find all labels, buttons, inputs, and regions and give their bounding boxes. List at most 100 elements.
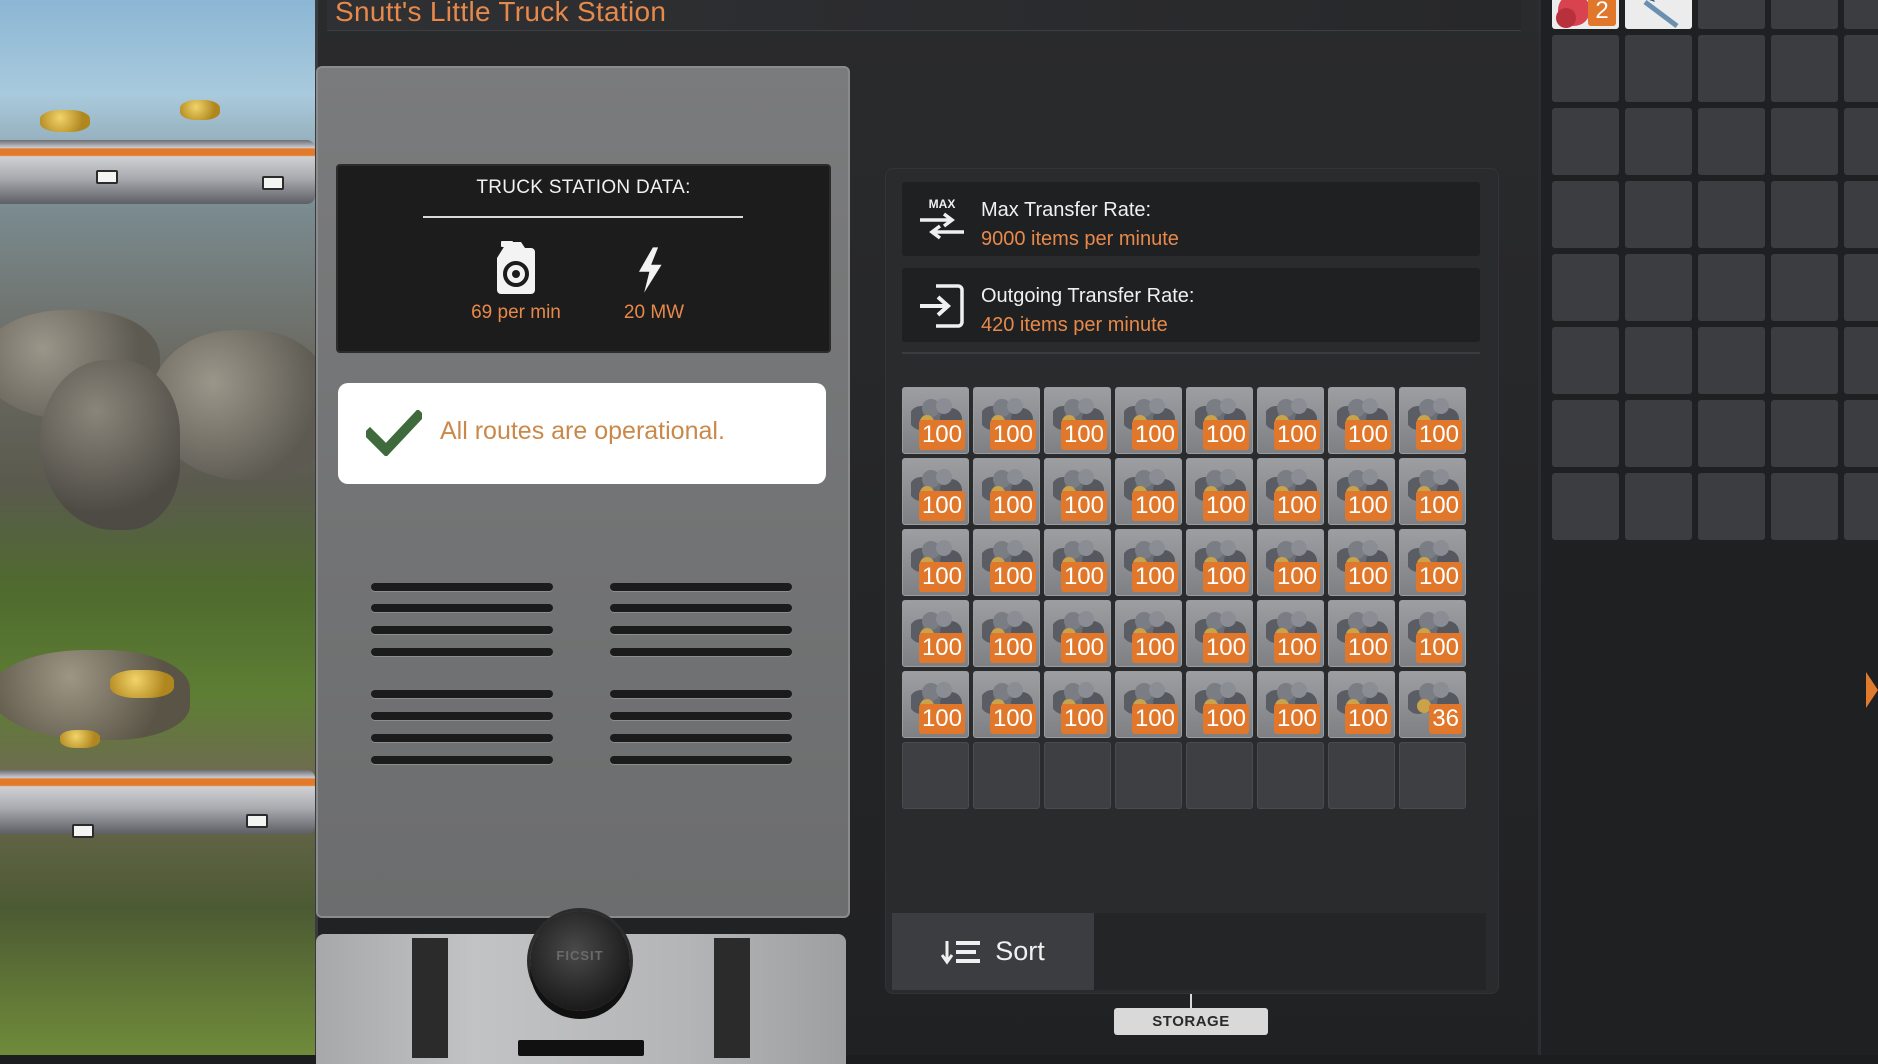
inventory-slot[interactable]: 100 [902, 458, 969, 525]
inventory-slot[interactable]: 100 [1257, 529, 1324, 596]
inventory-slot[interactable]: 100 [973, 387, 1040, 454]
player-inventory-slot[interactable] [1625, 327, 1692, 394]
inventory-slot[interactable] [1044, 742, 1111, 809]
inventory-slot[interactable] [902, 742, 969, 809]
inventory-slot[interactable]: 100 [1186, 671, 1253, 738]
player-inventory-slot[interactable] [1625, 254, 1692, 321]
player-inventory-slot[interactable] [1552, 327, 1619, 394]
item-count: 100 [1060, 562, 1107, 592]
conveyor-rail-top [0, 140, 315, 204]
inventory-slot[interactable]: 100 [1186, 387, 1253, 454]
player-inventory-slot[interactable] [1844, 473, 1878, 540]
inventory-slot[interactable]: 100 [1044, 600, 1111, 667]
inventory-slot[interactable]: 100 [1044, 387, 1111, 454]
inventory-slot[interactable] [1115, 742, 1182, 809]
player-inventory-slot[interactable] [1771, 35, 1838, 102]
tab-storage[interactable]: STORAGE [1114, 1008, 1268, 1035]
player-inventory-slot[interactable] [1844, 35, 1878, 102]
fuel-canister-icon [493, 240, 539, 301]
player-inventory-slot[interactable] [1625, 108, 1692, 175]
player-inventory-slot[interactable] [1771, 327, 1838, 394]
inventory-slot[interactable] [1257, 742, 1324, 809]
item-count: 100 [918, 491, 965, 521]
inventory-slot[interactable]: 100 [1328, 458, 1395, 525]
player-inventory-slot[interactable] [1625, 400, 1692, 467]
inventory-slot[interactable]: 100 [973, 529, 1040, 596]
player-inventory-slot[interactable] [1625, 181, 1692, 248]
inventory-slot[interactable] [1399, 742, 1466, 809]
player-inventory-slot[interactable] [1844, 254, 1878, 321]
inventory-slot[interactable]: 100 [1399, 529, 1466, 596]
inventory-slot[interactable]: 100 [902, 387, 969, 454]
inventory-slot[interactable]: 100 [1257, 458, 1324, 525]
inventory-slot[interactable] [1186, 742, 1253, 809]
inventory-slot[interactable]: 100 [1044, 671, 1111, 738]
inventory-slot[interactable]: 100 [1328, 387, 1395, 454]
player-inventory-slot[interactable] [1698, 35, 1765, 102]
inventory-slot[interactable]: 100 [1115, 529, 1182, 596]
player-inventory-slot[interactable] [1625, 35, 1692, 102]
player-inventory-slot[interactable] [1844, 0, 1878, 29]
player-inventory-slot[interactable] [1698, 400, 1765, 467]
inventory-slot[interactable]: 100 [1044, 458, 1111, 525]
player-inventory-slot[interactable] [1552, 181, 1619, 248]
player-inventory-slot[interactable] [1844, 108, 1878, 175]
inventory-slot[interactable]: 100 [1115, 458, 1182, 525]
player-inventory-slot[interactable] [1552, 473, 1619, 540]
player-inventory-slot[interactable] [1844, 327, 1878, 394]
base-slot [518, 1040, 644, 1056]
player-inventory-slot[interactable] [1552, 35, 1619, 102]
inventory-slot[interactable]: 100 [973, 458, 1040, 525]
inventory-slot[interactable] [973, 742, 1040, 809]
player-inventory-slot[interactable] [1844, 400, 1878, 467]
inventory-slot[interactable] [1328, 742, 1395, 809]
inventory-slot[interactable]: 100 [1115, 671, 1182, 738]
inventory-slot[interactable]: 100 [1399, 600, 1466, 667]
player-inventory-slot[interactable] [1625, 473, 1692, 540]
player-inventory-slot[interactable]: 2 [1552, 0, 1619, 29]
expand-arrow-icon[interactable] [1866, 672, 1878, 708]
player-inventory-slot[interactable] [1552, 108, 1619, 175]
inventory-slot[interactable]: 100 [902, 600, 969, 667]
player-inventory-slot[interactable] [1698, 254, 1765, 321]
inventory-slot[interactable]: 100 [1115, 387, 1182, 454]
player-inventory-slot[interactable] [1698, 327, 1765, 394]
inventory-slot[interactable]: 100 [1186, 529, 1253, 596]
inventory-slot[interactable]: 100 [1044, 529, 1111, 596]
inventory-slot[interactable]: 100 [973, 600, 1040, 667]
player-inventory-slot[interactable] [1698, 0, 1765, 29]
inventory-slot[interactable]: 100 [1328, 671, 1395, 738]
player-inventory-slot[interactable] [1771, 254, 1838, 321]
inventory-slot[interactable]: 100 [1399, 387, 1466, 454]
inventory-slot[interactable]: 100 [1257, 387, 1324, 454]
inventory-slot[interactable]: 100 [1328, 600, 1395, 667]
player-inventory-slot[interactable] [1771, 0, 1838, 29]
inventory-slot[interactable]: 36 [1399, 671, 1466, 738]
item-count: 100 [1202, 491, 1249, 521]
item-count: 100 [989, 633, 1036, 663]
player-inventory-slot[interactable] [1771, 181, 1838, 248]
player-inventory-slot[interactable] [1698, 108, 1765, 175]
player-inventory-slot[interactable] [1552, 254, 1619, 321]
player-inventory-slot[interactable] [1625, 0, 1692, 29]
inventory-slot[interactable]: 100 [1186, 600, 1253, 667]
inventory-slot[interactable]: 100 [1399, 458, 1466, 525]
player-inventory-slot[interactable] [1771, 473, 1838, 540]
player-inventory-slot[interactable] [1844, 181, 1878, 248]
inventory-slot[interactable]: 100 [1257, 671, 1324, 738]
player-inventory-slot[interactable] [1698, 473, 1765, 540]
sort-button[interactable]: Sort [892, 913, 1094, 990]
inventory-slot[interactable]: 100 [973, 671, 1040, 738]
player-inventory-slot[interactable] [1771, 108, 1838, 175]
player-inventory-slot[interactable] [1771, 400, 1838, 467]
player-inventory-slot[interactable] [1698, 181, 1765, 248]
inventory-slot[interactable]: 100 [902, 671, 969, 738]
inventory-slot[interactable]: 100 [1328, 529, 1395, 596]
item-count: 100 [1415, 420, 1462, 450]
inventory-slot[interactable]: 100 [1186, 458, 1253, 525]
inventory-slot[interactable]: 100 [1257, 600, 1324, 667]
player-inventory-slot[interactable] [1552, 400, 1619, 467]
item-count: 100 [1202, 633, 1249, 663]
inventory-slot[interactable]: 100 [1115, 600, 1182, 667]
inventory-slot[interactable]: 100 [902, 529, 969, 596]
